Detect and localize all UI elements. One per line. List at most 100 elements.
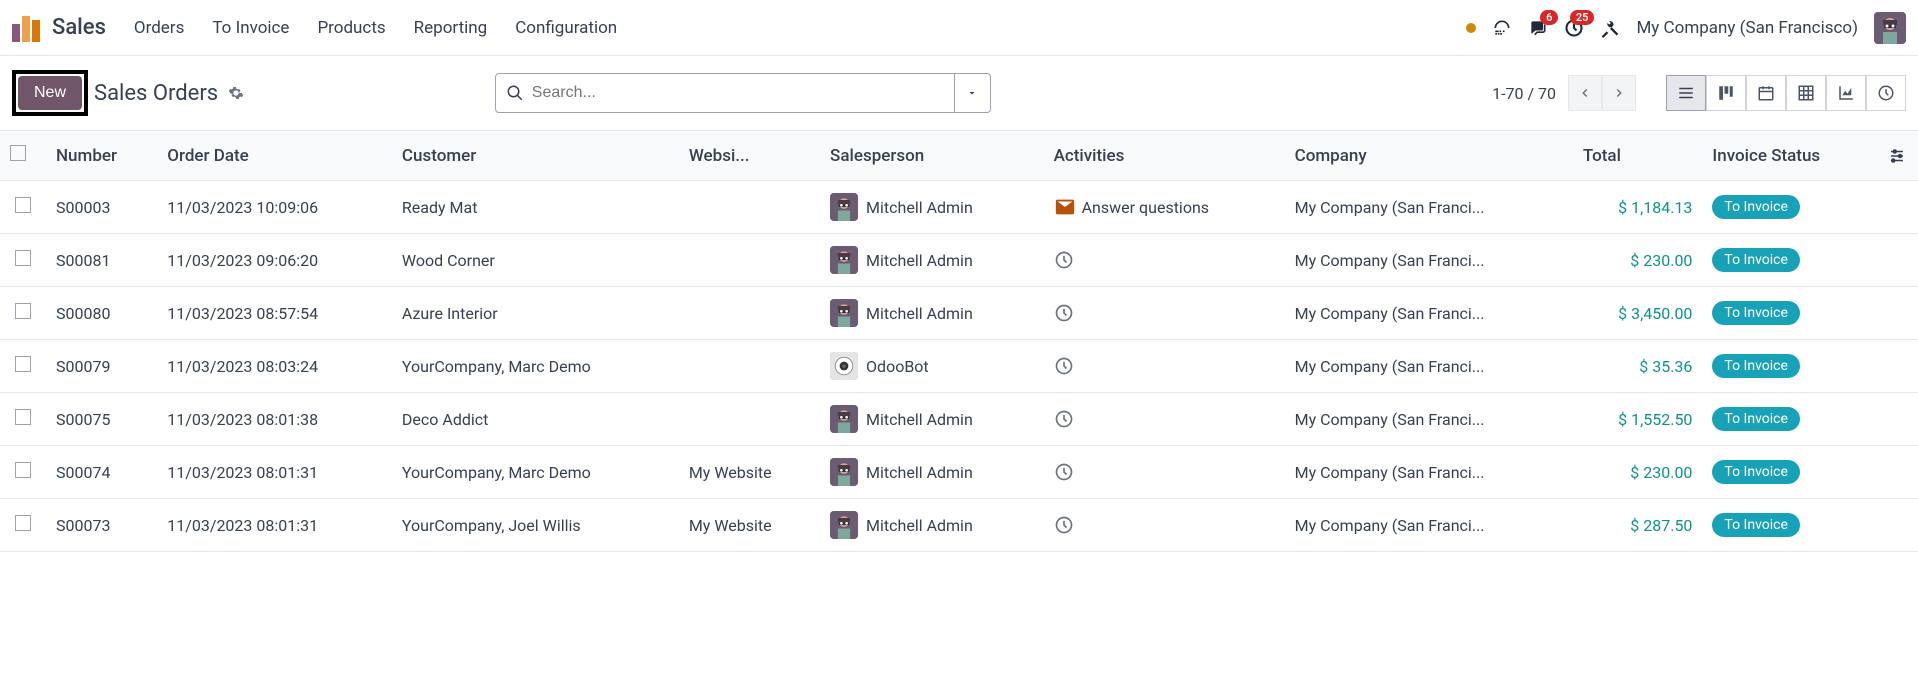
view-calendar-button[interactable] [1746, 75, 1786, 111]
voip-icon[interactable] [1492, 18, 1512, 38]
cell-website [679, 393, 820, 446]
app-logo-icon[interactable] [12, 14, 40, 42]
cell-company: My Company (San Franci... [1285, 499, 1573, 552]
list-icon [1677, 84, 1695, 102]
col-company[interactable]: Company [1285, 131, 1573, 181]
activity-text: Answer questions [1082, 198, 1209, 217]
salesperson-name: Mitchell Admin [866, 304, 973, 323]
nav-orders[interactable]: Orders [134, 18, 184, 38]
cell-invoice-status: To Invoice [1702, 234, 1878, 287]
company-selector[interactable]: My Company (San Francisco) [1636, 18, 1858, 38]
row-checkbox[interactable] [15, 303, 31, 319]
status-badge: To Invoice [1712, 460, 1800, 484]
table-row[interactable]: S0007311/03/2023 08:01:31YourCompany, Jo… [0, 499, 1918, 552]
cell-activities[interactable] [1044, 446, 1285, 499]
cell-salesperson: Mitchell Admin [820, 499, 1044, 552]
table-row[interactable]: S0007511/03/2023 08:01:38Deco AddictMitc… [0, 393, 1918, 446]
row-checkbox[interactable] [15, 197, 31, 213]
cell-company: My Company (San Franci... [1285, 181, 1573, 234]
select-all-checkbox[interactable] [10, 145, 26, 161]
salesperson-avatar [830, 511, 858, 539]
status-badge: To Invoice [1712, 195, 1800, 219]
cell-total: $ 1,552.50 [1573, 393, 1703, 446]
search-icon [506, 84, 524, 102]
search-dropdown-toggle[interactable] [955, 73, 991, 113]
messages-icon[interactable]: 6 [1528, 18, 1548, 38]
cell-customer: Azure Interior [392, 287, 679, 340]
nav-to-invoice[interactable]: To Invoice [212, 18, 289, 38]
sales-orders-table: Number Order Date Customer Websi... Sale… [0, 131, 1918, 552]
graph-icon [1837, 84, 1855, 102]
nav-products[interactable]: Products [317, 18, 385, 38]
gear-icon[interactable] [228, 85, 244, 101]
col-activities[interactable]: Activities [1044, 131, 1285, 181]
col-website[interactable]: Websi... [679, 131, 820, 181]
clock-icon [1054, 356, 1074, 376]
table-row[interactable]: S0007411/03/2023 08:01:31YourCompany, Ma… [0, 446, 1918, 499]
search-input[interactable] [532, 84, 944, 102]
col-total[interactable]: Total [1573, 131, 1703, 181]
row-checkbox[interactable] [15, 515, 31, 531]
cell-website [679, 340, 820, 393]
view-graph-button[interactable] [1826, 75, 1866, 111]
tools-icon[interactable] [1600, 18, 1620, 38]
view-activity-button[interactable] [1866, 75, 1906, 111]
nav-reporting[interactable]: Reporting [414, 18, 488, 38]
cell-invoice-status: To Invoice [1702, 340, 1878, 393]
cell-customer: Ready Mat [392, 181, 679, 234]
user-avatar[interactable] [1874, 12, 1906, 44]
pager-next-button[interactable] [1602, 75, 1636, 111]
messages-badge: 6 [1540, 10, 1558, 25]
view-pivot-button[interactable] [1786, 75, 1826, 111]
pivot-icon [1797, 84, 1815, 102]
cell-customer: YourCompany, Joel Willis [392, 499, 679, 552]
status-badge: To Invoice [1712, 354, 1800, 378]
pager-text[interactable]: 1-70 / 70 [1492, 84, 1556, 103]
salesperson-name: Mitchell Admin [866, 198, 973, 217]
control-row: New Sales Orders 1-70 / 70 [0, 56, 1918, 131]
cell-activities[interactable] [1044, 393, 1285, 446]
cell-order-date: 11/03/2023 08:01:31 [157, 499, 392, 552]
pager-prev-button[interactable] [1568, 75, 1602, 111]
cell-company: My Company (San Franci... [1285, 234, 1573, 287]
row-checkbox[interactable] [15, 250, 31, 266]
nav-links: Orders To Invoice Products Reporting Con… [134, 18, 617, 38]
cell-activities[interactable] [1044, 287, 1285, 340]
search-box[interactable] [495, 73, 955, 113]
cell-salesperson: Mitchell Admin [820, 181, 1044, 234]
view-kanban-button[interactable] [1706, 75, 1746, 111]
cell-activities[interactable] [1044, 340, 1285, 393]
table-row[interactable]: S0008011/03/2023 08:57:54Azure InteriorM… [0, 287, 1918, 340]
salesperson-avatar [830, 405, 858, 433]
cell-activities[interactable] [1044, 234, 1285, 287]
cell-website: My Website [679, 499, 820, 552]
cell-number: S00079 [46, 340, 157, 393]
cell-order-date: 11/03/2023 08:01:38 [157, 393, 392, 446]
cell-activities[interactable] [1044, 499, 1285, 552]
row-checkbox[interactable] [15, 356, 31, 372]
col-invoice-status[interactable]: Invoice Status [1702, 131, 1878, 181]
table-row[interactable]: S0007911/03/2023 08:03:24YourCompany, Ma… [0, 340, 1918, 393]
col-number[interactable]: Number [46, 131, 157, 181]
cell-salesperson: OdooBot [820, 340, 1044, 393]
col-customer[interactable]: Customer [392, 131, 679, 181]
row-checkbox[interactable] [15, 462, 31, 478]
new-button[interactable]: New [18, 76, 82, 110]
app-title[interactable]: Sales [52, 15, 106, 40]
cell-company: My Company (San Franci... [1285, 287, 1573, 340]
table-row[interactable]: S0000311/03/2023 10:09:06Ready MatMitche… [0, 181, 1918, 234]
calendar-icon [1757, 84, 1775, 102]
cell-company: My Company (San Franci... [1285, 446, 1573, 499]
row-checkbox[interactable] [15, 409, 31, 425]
activities-icon[interactable]: 25 [1564, 18, 1584, 38]
col-order-date[interactable]: Order Date [157, 131, 392, 181]
col-salesperson[interactable]: Salesperson [820, 131, 1044, 181]
cell-total: $ 35.36 [1573, 340, 1703, 393]
table-row[interactable]: S0008111/03/2023 09:06:20Wood CornerMitc… [0, 234, 1918, 287]
topnav-right: 6 25 My Company (San Francisco) [1466, 12, 1906, 44]
view-list-button[interactable] [1666, 75, 1706, 111]
nav-configuration[interactable]: Configuration [515, 18, 617, 38]
cell-activities[interactable]: Answer questions [1044, 181, 1285, 234]
status-badge: To Invoice [1712, 407, 1800, 431]
col-options[interactable] [1878, 131, 1918, 181]
